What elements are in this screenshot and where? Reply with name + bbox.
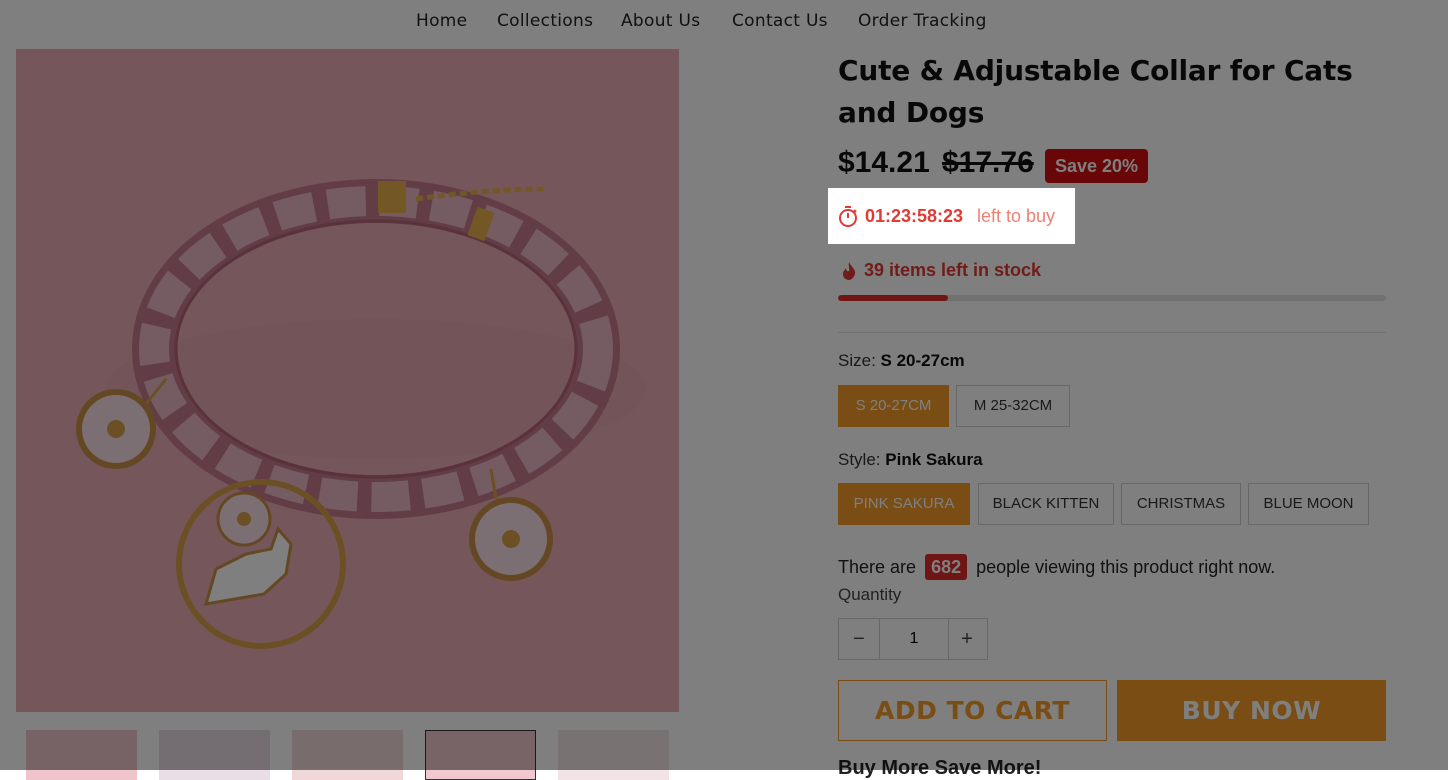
save-badge: Save 20% xyxy=(1045,149,1149,183)
thumbnail-1[interactable] xyxy=(26,730,137,780)
quantity-decrease-button[interactable]: − xyxy=(839,619,879,659)
divider xyxy=(838,332,1386,333)
style-option-blue-moon[interactable]: BLUE MOON xyxy=(1248,483,1369,525)
compare-price: $17.76 xyxy=(942,146,1034,179)
nav-collections[interactable]: Collections xyxy=(497,11,593,31)
style-selected-value: Pink Sakura xyxy=(885,450,983,469)
viewers-count-badge: 682 xyxy=(925,554,968,580)
add-to-cart-button[interactable]: ADD TO CART xyxy=(838,680,1107,741)
thumbnail-4[interactable] xyxy=(425,730,536,780)
size-option-s[interactable]: S 20-27CM xyxy=(838,385,949,427)
countdown-timer: 01:23:58:23 left to buy xyxy=(828,188,1075,244)
stock-progress-bar xyxy=(838,295,1386,301)
viewers-prefix: There are xyxy=(838,557,917,577)
quantity-increase-button[interactable]: + xyxy=(947,619,987,659)
stock-progress-fill xyxy=(838,295,948,301)
sale-price: $14.21 xyxy=(838,146,930,179)
nav-order-tracking[interactable]: Order Tracking xyxy=(858,11,987,31)
size-label: Size: S 20-27cm xyxy=(838,351,965,371)
buy-now-button[interactable]: BUY NOW xyxy=(1117,680,1386,741)
top-navigation: Home Collections About Us Contact Us Ord… xyxy=(0,0,1448,44)
stock-text: 39 items left in stock xyxy=(864,260,1042,280)
style-option-christmas[interactable]: CHRISTMAS xyxy=(1121,483,1241,525)
style-label-text: Style: xyxy=(838,450,881,469)
style-label: Style: Pink Sakura xyxy=(838,450,983,470)
nav-about-us[interactable]: About Us xyxy=(621,11,700,31)
viewers-suffix: people viewing this product right now. xyxy=(976,557,1276,577)
countdown-label: left to buy xyxy=(977,206,1056,226)
collar-photo xyxy=(16,49,679,712)
flame-icon xyxy=(843,262,856,280)
quantity-input[interactable] xyxy=(879,619,949,659)
quantity-stepper: − + xyxy=(838,618,988,660)
stopwatch-icon xyxy=(839,206,857,227)
thumbnail-3[interactable] xyxy=(292,730,403,780)
viewers-notice: There are 682 people viewing this produc… xyxy=(838,554,1275,582)
thumbnail-5[interactable] xyxy=(558,730,669,780)
thumbnail-2[interactable] xyxy=(159,730,270,780)
product-title: Cute & Adjustable Collar for Cats and Do… xyxy=(838,54,1353,129)
quantity-label: Quantity xyxy=(838,585,902,604)
nav-home[interactable]: Home xyxy=(416,11,467,31)
nav-contact-us[interactable]: Contact Us xyxy=(732,11,828,31)
promo-heading: Buy More Save More! xyxy=(838,757,1042,779)
style-option-black-kitten[interactable]: BLACK KITTEN xyxy=(978,483,1114,525)
size-option-m[interactable]: M 25-32CM xyxy=(956,385,1070,427)
size-selected-value: S 20-27cm xyxy=(880,351,965,370)
product-main-image[interactable] xyxy=(16,49,679,712)
size-label-text: Size: xyxy=(838,351,876,370)
style-option-pink-sakura[interactable]: PINK SAKURA xyxy=(838,483,970,525)
countdown-value: 01:23:58:23 xyxy=(865,206,964,226)
